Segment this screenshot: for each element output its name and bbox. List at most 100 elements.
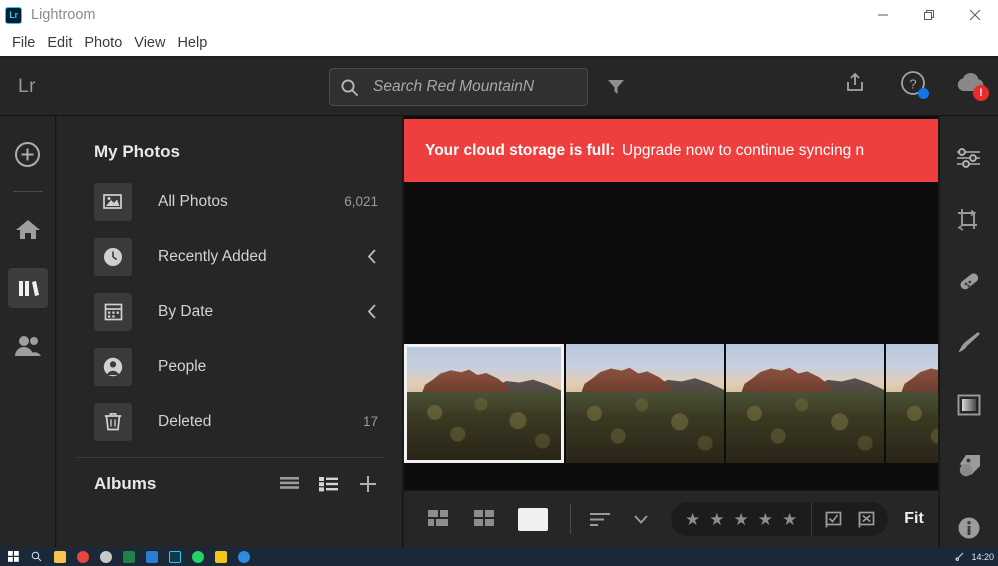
nav-item-deleted[interactable]: Deleted 17 [57,394,402,449]
single-photo-view-button[interactable] [518,507,548,531]
nav-item-people[interactable]: People [57,339,402,394]
restore-icon[interactable] [906,0,952,30]
svg-text:?: ? [909,77,916,92]
menu-photo[interactable]: Photo [78,35,128,51]
edit-sliders-icon[interactable] [949,139,989,178]
brush-icon[interactable] [949,324,989,363]
thumbnail-foreground [566,391,724,463]
rail-divider [12,191,43,192]
person-circle-icon [94,347,132,386]
store[interactable] [142,547,161,566]
close-icon[interactable] [952,0,998,30]
window-title-bar: Lr Lightroom [0,0,998,30]
clock-icon [94,237,132,276]
help-icon[interactable]: ? [898,68,929,99]
whatsapp[interactable] [188,547,207,566]
help-notification-badge [918,88,929,99]
notes[interactable] [211,547,230,566]
chevron-left-icon[interactable] [367,303,378,320]
search-input-text: Search Red MountainN [373,78,535,95]
photo-viewer: Your cloud storage is full: Upgrade now … [404,116,938,547]
sidebar-item-library[interactable] [7,268,48,308]
flag-picked-icon[interactable] [824,510,843,529]
info-icon[interactable] [949,508,989,547]
network-icon[interactable] [955,552,965,562]
nav-label: Deleted [158,412,212,430]
search-taskbar[interactable] [27,547,46,566]
sidebar-item-home[interactable] [8,210,48,250]
settings[interactable] [96,547,115,566]
thumbnail-foreground [886,391,938,463]
menu-edit[interactable]: Edit [41,35,78,51]
thumbnail-foreground [726,391,884,463]
flag-rejected-icon[interactable] [857,510,876,529]
healing-brush-icon[interactable] [949,262,989,301]
file-explorer[interactable] [50,547,69,566]
crop-rotate-icon[interactable] [949,201,989,240]
nav-count: 17 [362,414,378,429]
window-title: Lightroom [31,7,96,23]
mosaic-grid-view-button[interactable] [428,510,452,528]
sort-lines-icon[interactable] [589,511,611,528]
nav-label: By Date [158,302,214,320]
nav-item-by-date[interactable]: By Date [57,284,402,339]
keyword-tag-icon[interactable] [949,447,989,486]
masking-icon[interactable] [949,385,989,424]
lightroom[interactable] [165,547,184,566]
sidebar-item-add-photos[interactable] [8,134,48,174]
star-5[interactable]: ★ [782,511,797,528]
single-photo-swatch [518,507,548,531]
banner-headline: Your cloud storage is full: [425,141,616,159]
window-controls [860,0,998,30]
cloud-storage-banner[interactable]: Your cloud storage is full: Upgrade now … [404,119,938,182]
windows-taskbar: 14:20 [0,547,998,566]
thumbnail-foreground [407,392,561,460]
albums-tools [280,474,378,494]
table-row[interactable] [566,344,724,463]
taskbar-clock[interactable]: 14:20 [971,552,994,562]
menu-help[interactable]: Help [171,35,213,51]
chevron-left-icon[interactable] [367,248,378,265]
star-rating[interactable]: ★ ★ ★ ★ ★ [671,502,812,536]
table-row[interactable] [404,344,564,463]
nav-label: People [158,357,207,375]
photo-icon [94,182,132,221]
sidebar-item-people[interactable] [8,326,48,366]
search-icon [340,78,359,97]
star-3[interactable]: ★ [734,511,749,528]
system-tray: 14:20 [955,552,998,562]
zoom-level-label[interactable]: Fit [904,510,924,528]
grid-detail-view-icon[interactable] [319,476,338,492]
nav-item-all-photos[interactable]: All Photos 6,021 [57,174,402,229]
my-photos-panel: My Photos All Photos 6,021 Recently Adde… [57,116,403,547]
table-row[interactable] [726,344,884,463]
minimize-icon[interactable] [860,0,906,30]
square-grid-view-button[interactable] [474,510,496,528]
nav-item-recently-added[interactable]: Recently Added [57,229,402,284]
table-row[interactable] [886,344,938,463]
start-button[interactable] [4,547,23,566]
excel[interactable] [119,547,138,566]
star-4[interactable]: ★ [758,511,773,528]
nav-label: All Photos [158,192,228,210]
nav-count: 6,021 [344,194,378,209]
lightroom-wordmark: Lr [18,75,36,97]
page-title: My Photos [94,142,180,161]
list-view-icon[interactable] [280,476,299,492]
filter-funnel-icon[interactable] [606,77,626,97]
chevron-down-icon[interactable] [633,514,649,525]
lightroom-window: Lr Lightroom File Edit Photo View Help L… [0,0,998,566]
menu-bar: File Edit Photo View Help [0,30,998,56]
add-album-icon[interactable] [358,474,378,494]
chrome[interactable] [73,547,92,566]
star-2[interactable]: ★ [709,511,724,528]
star-1[interactable]: ★ [685,511,700,528]
right-icon-rail [939,116,998,547]
filmstrip[interactable] [404,344,938,464]
menu-view[interactable]: View [128,35,171,51]
search-input[interactable]: Search Red MountainN [329,68,588,106]
edge[interactable] [234,547,253,566]
menu-file[interactable]: File [6,35,41,51]
share-icon[interactable] [840,68,870,98]
cloud-status-icon[interactable]: ! [956,68,989,101]
